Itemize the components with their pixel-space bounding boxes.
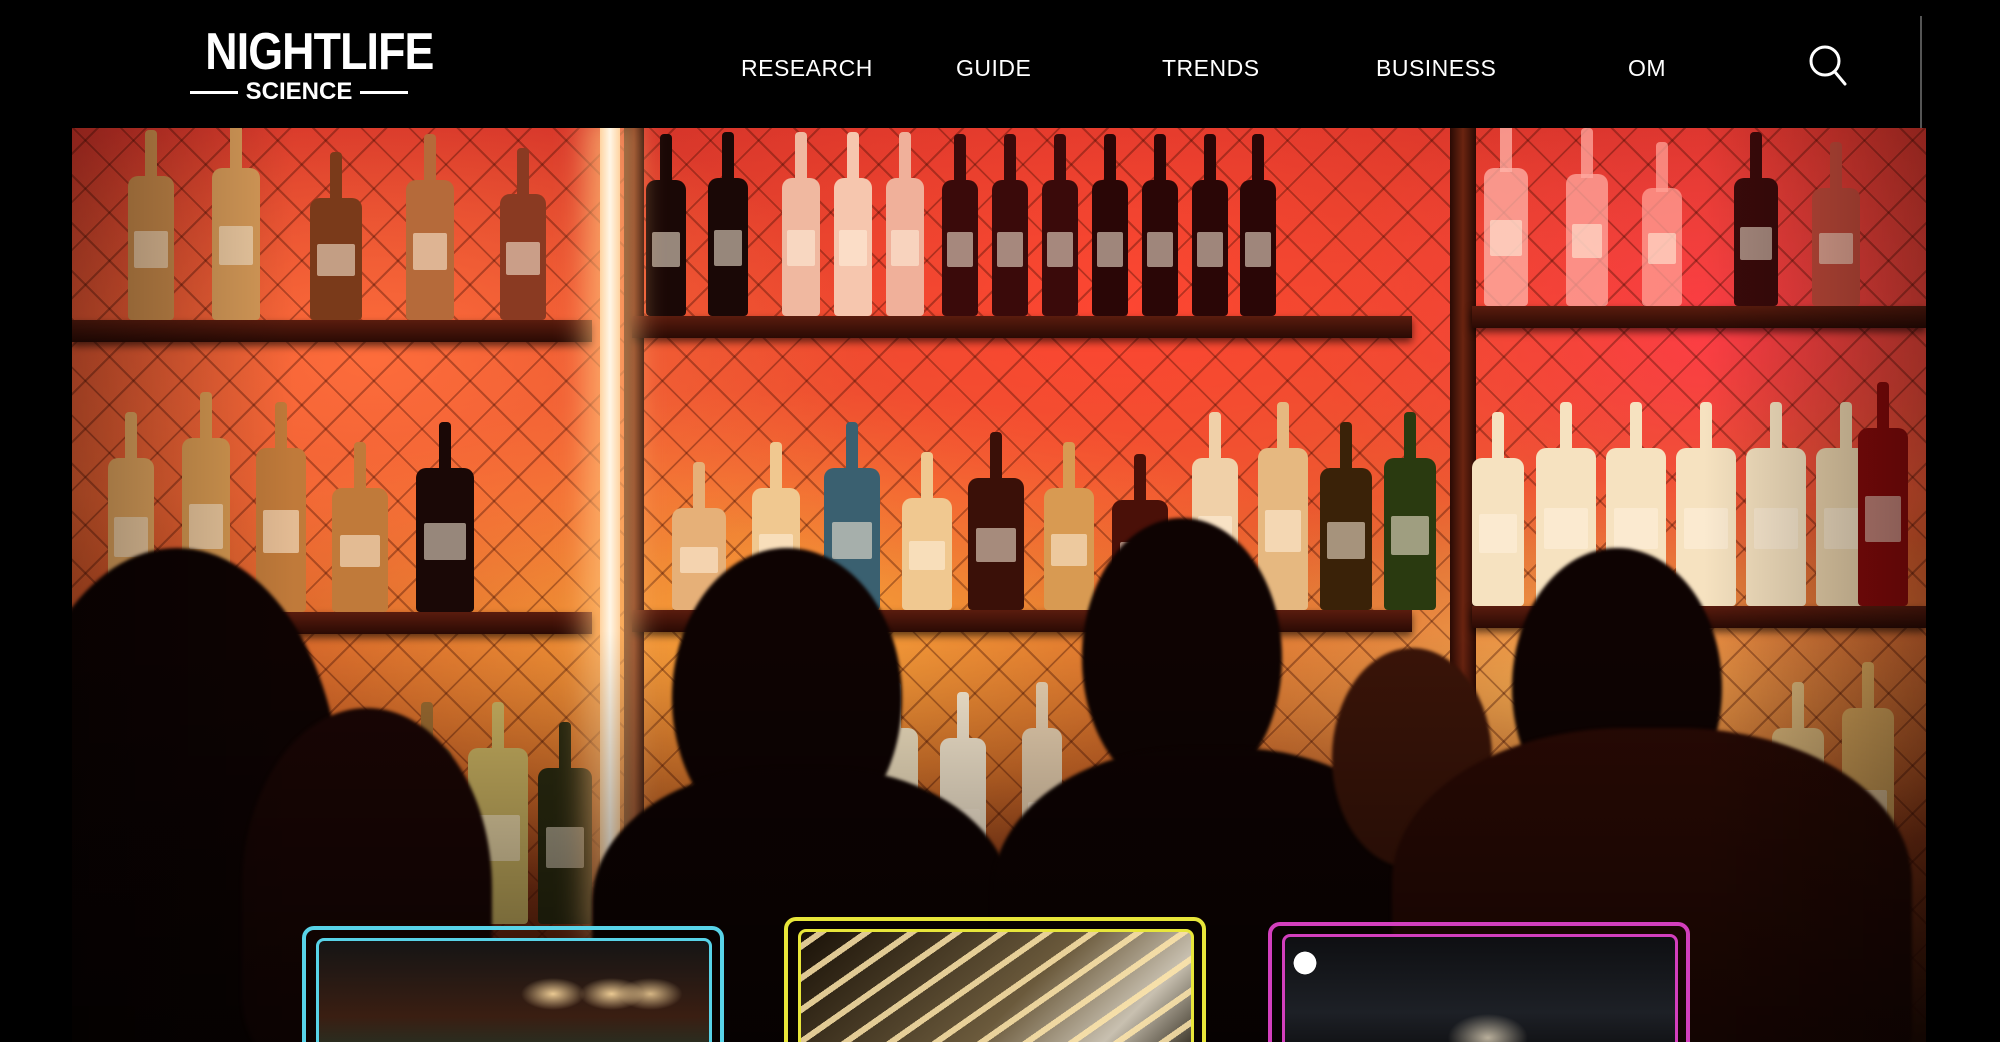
feature-card-cyan[interactable] xyxy=(302,926,724,1042)
header-divider xyxy=(1920,16,1922,128)
feature-card-image xyxy=(798,929,1194,1042)
nav-item-trends[interactable]: TRENDS xyxy=(1162,50,1260,86)
logo-wordmark-bottom: SCIENCE xyxy=(245,78,353,105)
search-icon[interactable] xyxy=(1808,44,1848,88)
site-header: NIGHTLIFE SCIENCE RESEARCH GUIDE TRENDS … xyxy=(0,0,2000,128)
nav-item-guide[interactable]: GUIDE xyxy=(956,50,1031,86)
logo-rule-right xyxy=(360,90,408,94)
site-logo[interactable]: NIGHTLIFE SCIENCE xyxy=(190,23,434,106)
feature-card-magenta[interactable] xyxy=(1268,922,1690,1042)
feature-card-yellow[interactable] xyxy=(784,917,1206,1042)
page: NIGHTLIFE SCIENCE RESEARCH GUIDE TRENDS … xyxy=(0,0,2000,1042)
logo-subline: SCIENCE xyxy=(190,80,408,104)
hero-image xyxy=(72,128,1926,1042)
nav-item-business[interactable]: BUSINESS xyxy=(1376,50,1496,86)
feature-card-image xyxy=(316,938,712,1042)
logo-wordmark-top: NIGHTLIFE xyxy=(205,23,434,81)
feature-card-image xyxy=(1282,934,1678,1042)
nav-item-om[interactable]: OM xyxy=(1628,50,1666,86)
nav-item-research[interactable]: RESEARCH xyxy=(741,50,873,86)
logo-rule-left xyxy=(190,90,238,94)
hero-vignette xyxy=(72,128,1926,1042)
